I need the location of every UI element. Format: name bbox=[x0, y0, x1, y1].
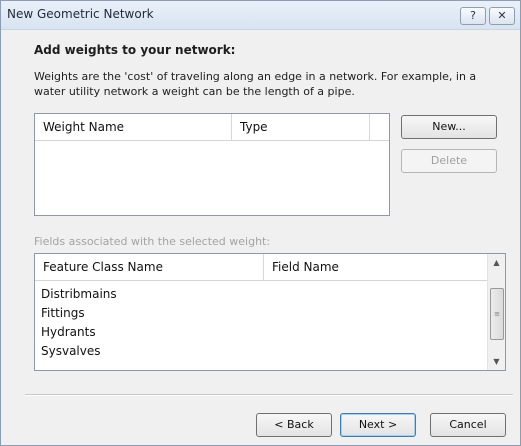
title-bar[interactable]: New Geometric Network ? ✕ bbox=[1, 1, 520, 30]
next-button[interactable]: Next > bbox=[340, 413, 416, 437]
list-item[interactable]: Distribmains bbox=[41, 285, 117, 303]
help-icon[interactable]: ? bbox=[460, 7, 486, 25]
fields-scrollbar[interactable]: ▲ ≡ ▼ bbox=[487, 254, 505, 370]
fields-list[interactable]: Feature Class Name Field Name Distribmai… bbox=[34, 253, 506, 371]
list-item[interactable]: Fittings bbox=[41, 304, 85, 322]
scroll-down-icon[interactable]: ▼ bbox=[488, 353, 505, 370]
list-item[interactable]: Sysvalves bbox=[41, 342, 101, 360]
column-separator[interactable] bbox=[369, 114, 370, 140]
fields-list-header: Feature Class Name Field Name bbox=[35, 254, 487, 281]
weights-heading: Add weights to your network: bbox=[34, 43, 236, 57]
cancel-button[interactable]: Cancel bbox=[430, 413, 506, 437]
new-button[interactable]: New... bbox=[401, 115, 497, 139]
footer-divider bbox=[25, 394, 513, 396]
column-weight-name[interactable]: Weight Name bbox=[43, 114, 124, 140]
column-separator[interactable] bbox=[231, 114, 232, 140]
weights-list-header: Weight Name Type bbox=[35, 114, 389, 141]
column-feature-class-name[interactable]: Feature Class Name bbox=[43, 254, 163, 280]
column-separator[interactable] bbox=[263, 254, 264, 280]
list-item[interactable]: Hydrants bbox=[41, 323, 96, 341]
scroll-thumb[interactable]: ≡ bbox=[490, 288, 504, 340]
delete-button[interactable]: Delete bbox=[401, 149, 497, 173]
window-title: New Geometric Network bbox=[7, 7, 154, 21]
close-icon[interactable]: ✕ bbox=[489, 7, 515, 25]
back-button[interactable]: < Back bbox=[256, 413, 332, 437]
fields-label: Fields associated with the selected weig… bbox=[34, 235, 271, 248]
weights-description: Weights are the 'cost' of traveling alon… bbox=[34, 70, 477, 98]
dialog-window: New Geometric Network ? ✕ Add weights to… bbox=[0, 0, 521, 446]
column-field-name[interactable]: Field Name bbox=[272, 254, 339, 280]
column-type[interactable]: Type bbox=[240, 114, 268, 140]
weights-list[interactable]: Weight Name Type bbox=[34, 113, 390, 216]
scroll-up-icon[interactable]: ▲ bbox=[488, 254, 505, 271]
